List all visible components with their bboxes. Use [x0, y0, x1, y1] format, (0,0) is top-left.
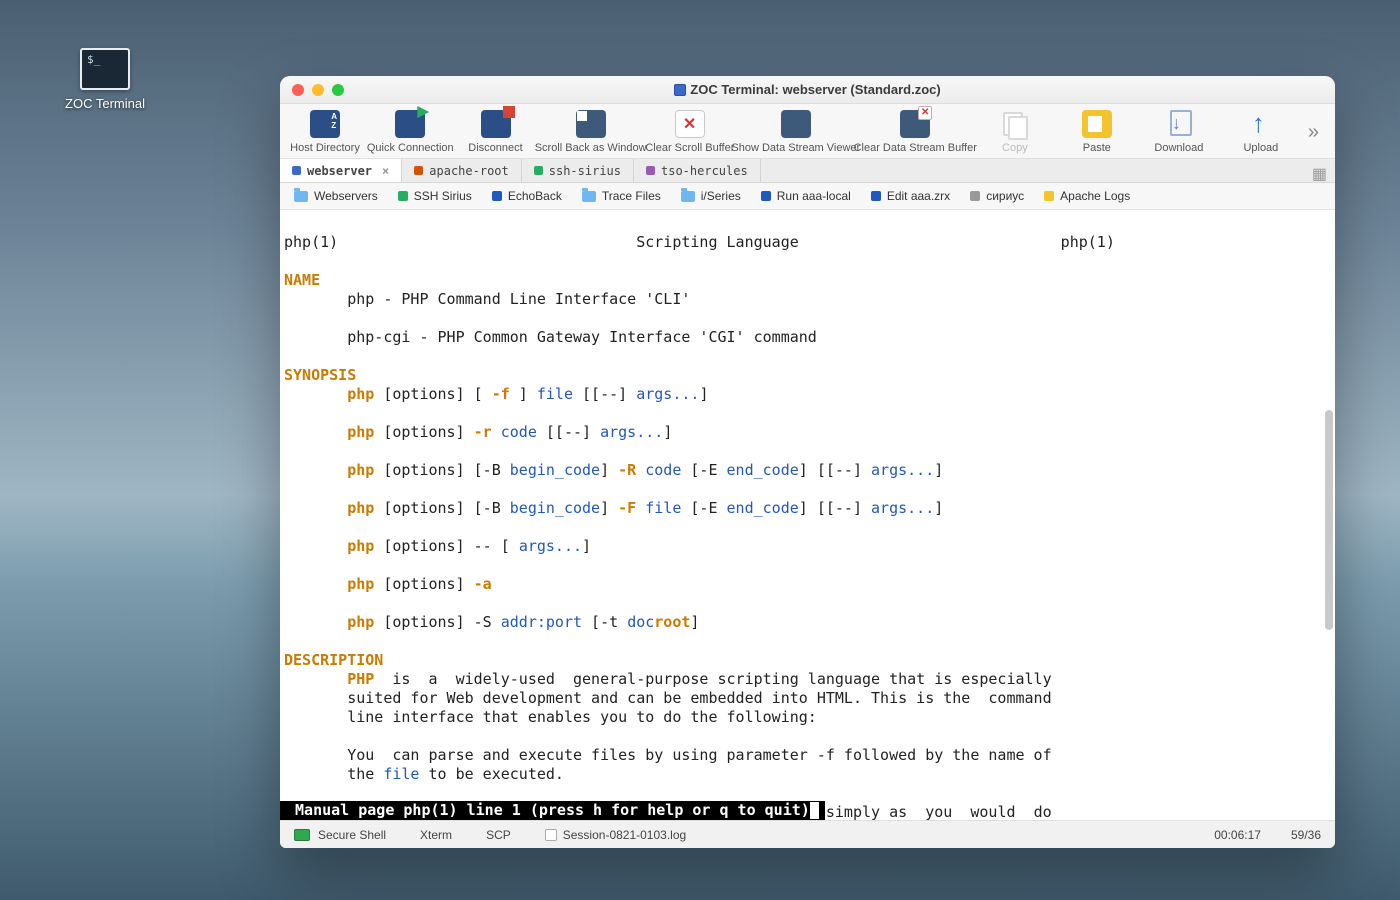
- upload-icon: [1246, 110, 1276, 138]
- connection-icon: [294, 829, 310, 841]
- bm-iseries[interactable]: i/Series: [681, 189, 741, 203]
- bm-trace-files[interactable]: Trace Files: [582, 189, 661, 203]
- toolbar-overflow-button[interactable]: »: [1308, 121, 1325, 144]
- bm-echoback[interactable]: EchoBack: [492, 189, 562, 203]
- clear-icon: [675, 110, 705, 138]
- status-log[interactable]: Session-0821-0103.log: [545, 828, 686, 842]
- window-title: ZOC Terminal: webserver (Standard.zoc): [280, 82, 1335, 97]
- folder-icon: [681, 191, 695, 202]
- checkbox-icon[interactable]: [545, 829, 557, 841]
- scrollbar-thumb[interactable]: [1325, 410, 1333, 630]
- terminal-viewport[interactable]: php(1) Scripting Language php(1) NAME ph…: [280, 210, 1335, 820]
- desktop-icon-label: ZOC Terminal: [55, 96, 155, 111]
- clear-scroll-button[interactable]: Clear Scroll Buffer: [651, 110, 729, 154]
- disconnect-icon: [481, 110, 511, 138]
- quick-connection-button[interactable]: Quick Connection: [372, 110, 449, 154]
- scroll-back-button[interactable]: Scroll Back as Window: [543, 110, 639, 154]
- bm-sirius-cyr[interactable]: сириус: [970, 189, 1024, 203]
- app-window: ZOC Terminal: webserver (Standard.zoc) H…: [280, 76, 1335, 848]
- folder-icon: [294, 191, 308, 202]
- tab-bar: webserver× apache-root ssh-sirius tso-he…: [280, 159, 1335, 183]
- bm-webservers[interactable]: Webservers: [294, 189, 378, 203]
- host-directory-button[interactable]: Host Directory: [290, 110, 360, 154]
- status-time: 00:06:17: [1214, 828, 1261, 842]
- tab-apache-root[interactable]: apache-root: [402, 159, 521, 182]
- terminal-icon: [80, 48, 130, 90]
- disconnect-button[interactable]: Disconnect: [461, 110, 531, 154]
- paste-icon: [1082, 110, 1112, 138]
- copy-icon: [1000, 110, 1030, 138]
- copy-button[interactable]: Copy: [980, 110, 1050, 154]
- clear-data-button[interactable]: Clear Data Stream Buffer: [863, 110, 968, 154]
- status-shell: Secure Shell: [318, 828, 386, 842]
- toolbar: Host Directory Quick Connection Disconne…: [280, 104, 1335, 159]
- titlebar: ZOC Terminal: webserver (Standard.zoc): [280, 76, 1335, 104]
- bookmark-bar: Webservers SSH Sirius EchoBack Trace Fil…: [280, 183, 1335, 210]
- close-button[interactable]: [292, 84, 304, 96]
- status-proto: SCP: [486, 828, 511, 842]
- tab-overview-icon[interactable]: ▦: [1312, 164, 1327, 184]
- download-icon: [1164, 110, 1194, 138]
- bm-edit-aaa-zrx[interactable]: Edit aaa.zrx: [871, 189, 950, 203]
- zoom-button[interactable]: [332, 84, 344, 96]
- desktop-icon-zoc[interactable]: ZOC Terminal: [55, 48, 155, 111]
- download-button[interactable]: Download: [1144, 110, 1214, 154]
- show-data-button[interactable]: Show Data Stream Viewer: [741, 110, 851, 154]
- close-tab-icon[interactable]: ×: [382, 164, 389, 178]
- paste-button[interactable]: Paste: [1062, 110, 1132, 154]
- pager-status: Manual page php(1) line 1 (press h for h…: [280, 801, 825, 820]
- scrollback-icon: [576, 110, 606, 138]
- bm-apache-logs[interactable]: Apache Logs: [1044, 189, 1130, 203]
- connect-icon: [395, 110, 425, 138]
- upload-button[interactable]: Upload: [1226, 110, 1296, 154]
- book-icon: [310, 110, 340, 138]
- status-pos: 59/36: [1291, 828, 1321, 842]
- bm-ssh-sirius[interactable]: SSH Sirius: [398, 189, 472, 203]
- bm-run-aaa-local[interactable]: Run aaa-local: [761, 189, 851, 203]
- viewer-icon: [781, 110, 811, 138]
- minimize-button[interactable]: [312, 84, 324, 96]
- clear-data-icon: [900, 110, 930, 138]
- tab-tso-hercules[interactable]: tso-hercules: [634, 159, 761, 182]
- status-bar: Secure Shell Xterm SCP Session-0821-0103…: [280, 820, 1335, 848]
- folder-icon: [582, 191, 596, 202]
- status-term: Xterm: [420, 828, 452, 842]
- tab-webserver[interactable]: webserver×: [280, 159, 402, 182]
- terminal-content: php(1) Scripting Language php(1) NAME ph…: [280, 210, 1323, 820]
- tab-ssh-sirius[interactable]: ssh-sirius: [522, 159, 634, 182]
